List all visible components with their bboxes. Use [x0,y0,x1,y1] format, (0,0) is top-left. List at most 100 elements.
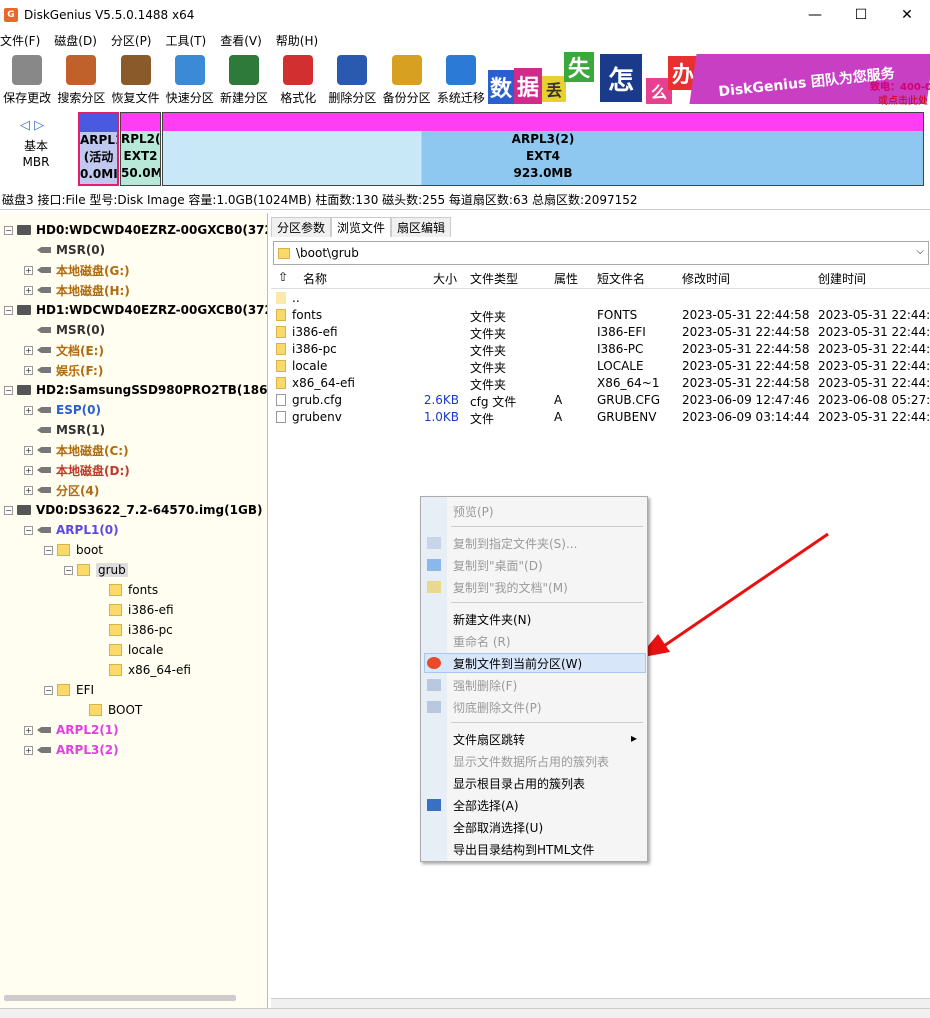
partition-arpl1[interactable]: ARPL1( (活动 0.0MI [78,112,119,186]
minimize-button[interactable]: — [792,0,838,30]
partition-arpl3[interactable]: ARPL3(2) EXT4 923.0MB [162,112,924,186]
tree-node[interactable]: − ARPL1(0) [24,520,119,540]
tree-node[interactable]: − grub [64,560,128,580]
file-row[interactable]: fonts 文件夹 FONTS 2023-05-31 22:44:58 2023-05-… [271,307,930,324]
file-list-hscrollbar[interactable] [271,998,930,1008]
close-button[interactable]: ✕ [884,0,930,30]
delete-partition-button[interactable]: 删除分区 [325,50,379,108]
tree-node[interactable]: − EFI [44,680,94,700]
expand-icon[interactable]: + [24,345,33,355]
maximize-button[interactable]: ☐ [838,0,884,30]
tree-node[interactable]: − boot [44,540,103,560]
file-row[interactable]: grubenv 1.0KB 文件 A GRUBENV 2023-06-09 03:14:4… [271,409,930,426]
collapse-icon[interactable]: − [4,305,13,315]
file-row[interactable]: .. [271,290,930,307]
menu-disk[interactable]: 磁盘(D) [54,32,103,49]
collapse-icon[interactable]: − [4,505,13,515]
context-item[interactable]: 全部选择(A) [453,797,519,814]
expand-icon[interactable]: + [24,445,33,455]
recover-files-button[interactable]: 恢复文件 [108,50,162,108]
col-type[interactable]: 文件类型 [470,270,518,287]
tree-node[interactable]: + 本地磁盘(G:) [24,260,130,280]
col-name[interactable]: 名称 [303,270,327,287]
tree-node[interactable]: − VD0:DS3622_7.2-64570.img(1GB) [4,500,262,520]
tree-node[interactable]: + 娱乐(F:) [24,360,103,380]
collapse-icon[interactable]: − [44,545,53,555]
tree-node[interactable]: + ARPL2(1) [24,720,119,740]
tree-node[interactable]: + 本地磁盘(D:) [24,460,130,480]
tree-node[interactable]: MSR(1) [24,420,105,440]
expand-icon[interactable]: + [24,405,33,415]
tree-node[interactable]: MSR(0) [24,320,105,340]
partition-arpl2[interactable]: RPL2(1 EXT2 50.0ME [120,112,161,186]
file-row[interactable]: i386-pc 文件夹 I386-PC 2023-05-31 22:44:58 2023… [271,341,930,358]
menu-view[interactable]: 查看(V) [220,32,268,49]
col-created[interactable]: 创建时间 [818,270,866,287]
tree-node[interactable]: + 本地磁盘(C:) [24,440,129,460]
tree-node[interactable]: − HD1:WDCWD40EZRZ-00GXCB0(3726 [4,300,267,320]
context-item[interactable]: 新建文件夹(N) [453,611,531,628]
tree-hscrollbar[interactable] [4,995,236,1001]
collapse-icon[interactable]: − [24,525,33,535]
expand-icon[interactable]: + [24,485,33,495]
expand-icon[interactable]: + [24,465,33,475]
save-changes-button[interactable]: 保存更改 [0,50,54,108]
file-row[interactable]: i386-efi 文件夹 I386-EFI 2023-05-31 22:44:58 20… [271,324,930,341]
path-combobox[interactable]: \boot\grub ⌵ [273,241,929,265]
backup-partition-button[interactable]: 备份分区 [380,50,434,108]
menu-help[interactable]: 帮助(H) [276,32,324,49]
tree-node[interactable]: + ARPL3(2) [24,740,119,760]
file-row[interactable]: locale 文件夹 LOCALE 2023-05-31 22:44:58 2023-0… [271,358,930,375]
file-row[interactable]: x86_64-efi 文件夹 X86_64~1 2023-05-31 22:44:58… [271,375,930,392]
col-modified[interactable]: 修改时间 [682,270,730,287]
tab-partition-params[interactable]: 分区参数 [271,217,332,237]
context-item[interactable]: 复制到"我的文档"(M) [453,579,568,596]
tree-node[interactable]: MSR(0) [24,240,105,260]
system-migrate-button[interactable]: 系统迁移 [434,50,488,108]
tree-node[interactable]: + 文档(E:) [24,340,104,360]
tab-browse-files[interactable]: 浏览文件 [331,217,392,237]
tree-node[interactable]: fonts [96,580,158,600]
context-item[interactable]: 全部取消选择(U) [453,819,543,836]
tree-node[interactable]: + ESP(0) [24,400,101,420]
context-item[interactable]: 预览(P) [453,503,494,520]
format-button[interactable]: 格式化 [271,50,325,108]
sort-up-icon[interactable]: ⇧ [278,270,288,284]
menu-file[interactable]: 文件(F) [0,32,46,49]
disk-nav-arrows[interactable]: ◁ ▷ [20,118,44,133]
tree-node[interactable]: − HD0:WDCWD40EZRZ-00GXCB0(3726 [4,220,267,240]
context-item[interactable]: 文件扇区跳转 [453,731,525,748]
expand-icon[interactable]: + [24,285,33,295]
chevron-down-icon[interactable]: ⌵ [916,246,924,257]
context-item[interactable]: 显示根目录占用的簇列表 [453,775,585,792]
tree-node[interactable]: BOOT [76,700,142,720]
tree-node[interactable]: i386-pc [96,620,173,640]
expand-icon[interactable]: + [24,365,33,375]
tree-node[interactable]: + 本地磁盘(H:) [24,280,130,300]
context-item[interactable]: 显示文件数据所占用的簇列表 [453,753,609,770]
menu-tools[interactable]: 工具(T) [166,32,213,49]
context-item[interactable]: 强制删除(F) [453,677,517,694]
tree-node[interactable]: i386-efi [96,600,174,620]
collapse-icon[interactable]: − [4,385,13,395]
context-item[interactable]: 重命名 (R) [453,633,511,650]
collapse-icon[interactable]: − [4,225,13,235]
expand-icon[interactable]: + [24,745,33,755]
menu-partition[interactable]: 分区(P) [111,32,158,49]
col-attr[interactable]: 属性 [554,270,578,287]
expand-icon[interactable]: + [24,265,33,275]
quick-partition-button[interactable]: 快速分区 [163,50,217,108]
collapse-icon[interactable]: − [44,685,53,695]
tree-node[interactable]: x86_64-efi [96,660,191,680]
tree-node[interactable]: − HD2:SamsungSSD980PRO2TB(1863G [4,380,267,400]
file-row[interactable]: grub.cfg 2.6KB cfg 文件 A GRUB.CFG 2023-06-09 1… [271,392,930,409]
context-item[interactable]: 复制文件到当前分区(W) [453,655,582,672]
promo-banner[interactable]: 数 据 丢 失 怎 么 办 DiskGenius 团队为您服务 致电：400-0… [488,50,930,108]
new-partition-button[interactable]: 新建分区 [217,50,271,108]
tab-sector-edit[interactable]: 扇区编辑 [391,217,452,237]
collapse-icon[interactable]: − [64,565,73,575]
context-item[interactable]: 复制到指定文件夹(S)... [453,535,577,552]
col-short-name[interactable]: 短文件名 [597,270,645,287]
context-item[interactable]: 复制到"桌面"(D) [453,557,543,574]
tree-node[interactable]: + 分区(4) [24,480,99,500]
